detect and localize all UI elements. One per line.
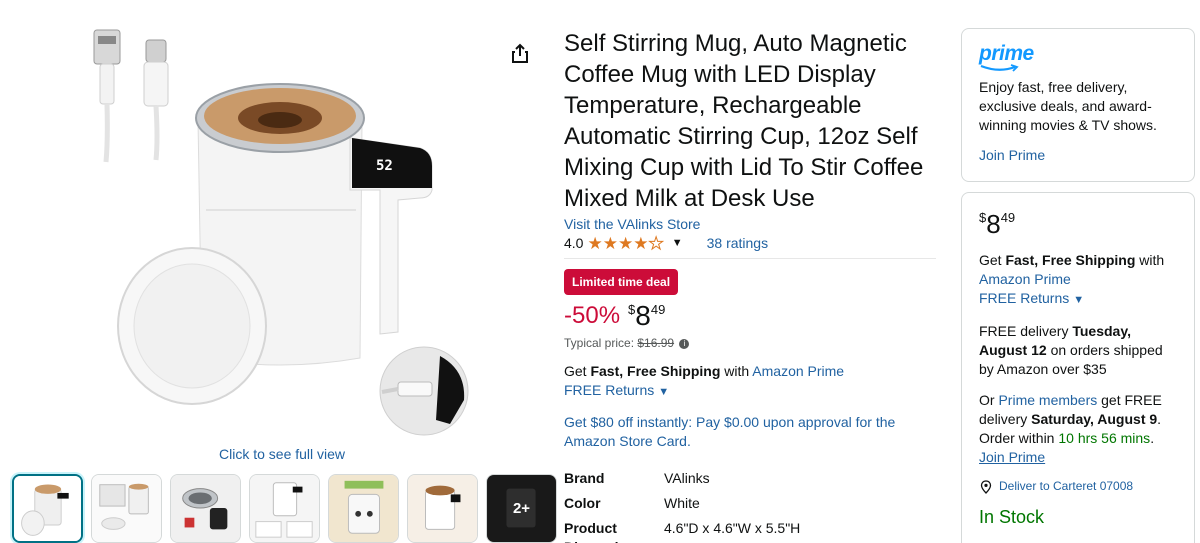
product-page: 52 Click to see full view 2+ Self Stirri… xyxy=(0,0,1200,543)
price-whole: 8 xyxy=(635,300,651,331)
thumb-video[interactable]: 2+ xyxy=(486,474,557,543)
price-fraction: 49 xyxy=(650,302,666,317)
thumb-features-infographic[interactable] xyxy=(249,474,320,543)
see-full-view-link[interactable]: Click to see full view xyxy=(219,446,345,462)
shipping-info: Get Fast, Free Shipping with Amazon Prim… xyxy=(564,362,936,402)
buy-box: $ 8 49 Get Fast, Free Shipping with Amaz… xyxy=(961,192,1195,543)
shipping-prefix: Get xyxy=(564,363,591,379)
shipping-bold: Fast, Free Shipping xyxy=(1005,252,1136,268)
shipping-with: with xyxy=(1135,252,1165,268)
spec-value: VAlinks xyxy=(664,470,710,486)
rating-row: 4.0 ★ ★ ★ ★ ★ ▼ 38 ratings xyxy=(564,232,936,254)
free-returns-link[interactable]: FREE Returns ▼ xyxy=(979,290,1084,306)
fast-delivery-date: Saturday, August 9 xyxy=(1031,411,1158,427)
prime-logo: prime xyxy=(979,42,1034,65)
shipping-bold: Fast, Free Shipping xyxy=(590,363,721,379)
star-icon: ★ xyxy=(587,233,603,253)
order-countdown: 10 hrs 56 mins xyxy=(1058,430,1151,446)
price-symbol: $ xyxy=(979,210,987,225)
typical-price: $16.99 xyxy=(637,336,675,350)
spec-key: Color xyxy=(564,495,601,511)
shipping-prefix: Get xyxy=(979,252,1006,268)
price-row: -50% $ 8 49 xyxy=(564,301,936,335)
or-prefix: Or xyxy=(979,392,999,408)
info-icon[interactable]: i xyxy=(679,338,690,349)
prime-description: Enjoy fast, free delivery, exclusive dea… xyxy=(979,79,1157,133)
stock-status: In Stock xyxy=(979,507,1045,527)
spec-table: Brand VAlinks Color White Product Dimensio… xyxy=(564,469,800,543)
thumb-package-contents[interactable] xyxy=(91,474,162,543)
join-prime-link[interactable]: Join Prime xyxy=(979,147,1177,163)
price-symbol: $ xyxy=(628,302,636,317)
free-returns-label: FREE Returns xyxy=(979,290,1070,306)
spec-row: Color White xyxy=(564,494,800,519)
spec-value: White xyxy=(664,495,700,511)
store-link[interactable]: Visit the VAlinks Store xyxy=(564,216,936,232)
order-within-suffix: . xyxy=(1150,430,1155,446)
store-card-promo[interactable]: Get $80 off instantly: Pay $0.00 upon ap… xyxy=(564,413,936,451)
buybox-price: $ 8 49 xyxy=(979,209,1177,241)
product-title: Self Stirring Mug, Auto Magnetic Coffee … xyxy=(564,30,924,212)
product-details: Self Stirring Mug, Auto Magnetic Coffee … xyxy=(564,28,936,543)
thumb-mug-front[interactable] xyxy=(12,474,83,543)
deal-badge: Limited time deal xyxy=(564,269,679,295)
buybox-shipping: Get Fast, Free Shipping with Amazon Prim… xyxy=(979,251,1177,310)
rating-value: 4.0 xyxy=(564,235,584,251)
free-returns-link[interactable]: FREE Returns ▼ xyxy=(564,382,669,398)
amazon-prime-link[interactable]: Amazon Prime xyxy=(979,271,1071,287)
svg-text:52: 52 xyxy=(376,158,393,174)
join-prime-link[interactable]: Join Prime xyxy=(979,449,1045,465)
prime-promo-box: prime Enjoy fast, free delivery, exclusi… xyxy=(961,28,1195,182)
share-icon[interactable] xyxy=(508,42,532,66)
discount-percent: -50% xyxy=(564,302,621,329)
ratings-count-link[interactable]: 38 ratings xyxy=(707,235,768,251)
deliver-to-link[interactable]: Deliver to Carteret 07008 xyxy=(979,477,1177,496)
location-pin-icon xyxy=(980,479,992,494)
rating-stars[interactable]: ★ ★ ★ ★ ★ xyxy=(587,233,664,253)
prime-members-link[interactable]: Prime members xyxy=(998,392,1097,408)
divider xyxy=(564,258,936,259)
thumbnail-strip: 2+ xyxy=(12,474,557,543)
mug-illustration: 52 xyxy=(93,29,469,436)
prime-smile-icon xyxy=(980,64,1019,72)
deliver-to-label: Deliver to Carteret 07008 xyxy=(999,479,1134,493)
chevron-down-icon[interactable]: ▼ xyxy=(672,237,683,249)
amazon-prime-link[interactable]: Amazon Prime xyxy=(752,363,844,379)
buybox-delivery: FREE delivery Tuesday, August 12 on orde… xyxy=(979,322,1177,379)
price-fraction: 49 xyxy=(1000,210,1016,225)
spec-value: 4.6"D x 4.6"W x 5.5"H xyxy=(664,520,801,536)
chevron-down-icon: ▼ xyxy=(1073,294,1085,306)
star-icon: ★ xyxy=(633,233,649,253)
thumb-stirring[interactable] xyxy=(407,474,478,543)
price-whole: 8 xyxy=(986,209,1001,239)
typical-price-row: Typical price: $16.99 i xyxy=(564,336,936,350)
spec-key: Brand xyxy=(564,470,605,486)
spec-row: Product Dimensions 4.6"D x 4.6"W x 5.5"H xyxy=(564,519,800,543)
spec-key: Product Dimensions xyxy=(564,520,643,543)
chevron-down-icon: ▼ xyxy=(658,386,670,398)
free-returns-label: FREE Returns xyxy=(564,382,655,398)
buybox-fast-delivery: Or Prime members get FREE delivery Satur… xyxy=(979,391,1177,467)
main-product-image[interactable]: 52 xyxy=(80,20,500,445)
thumb-mug-detail[interactable] xyxy=(170,474,241,543)
star-icon: ★ xyxy=(602,233,618,253)
spec-row: Brand VAlinks xyxy=(564,469,800,494)
thumb-type-c-charge[interactable] xyxy=(328,474,399,543)
typical-price-label: Typical price: xyxy=(564,336,635,350)
more-images-count: 2+ xyxy=(487,475,556,542)
star-icon: ★ xyxy=(617,233,634,253)
delivery-prefix: FREE delivery xyxy=(979,323,1073,339)
star-empty-icon: ★ xyxy=(648,233,664,253)
shipping-with: with xyxy=(720,363,753,379)
